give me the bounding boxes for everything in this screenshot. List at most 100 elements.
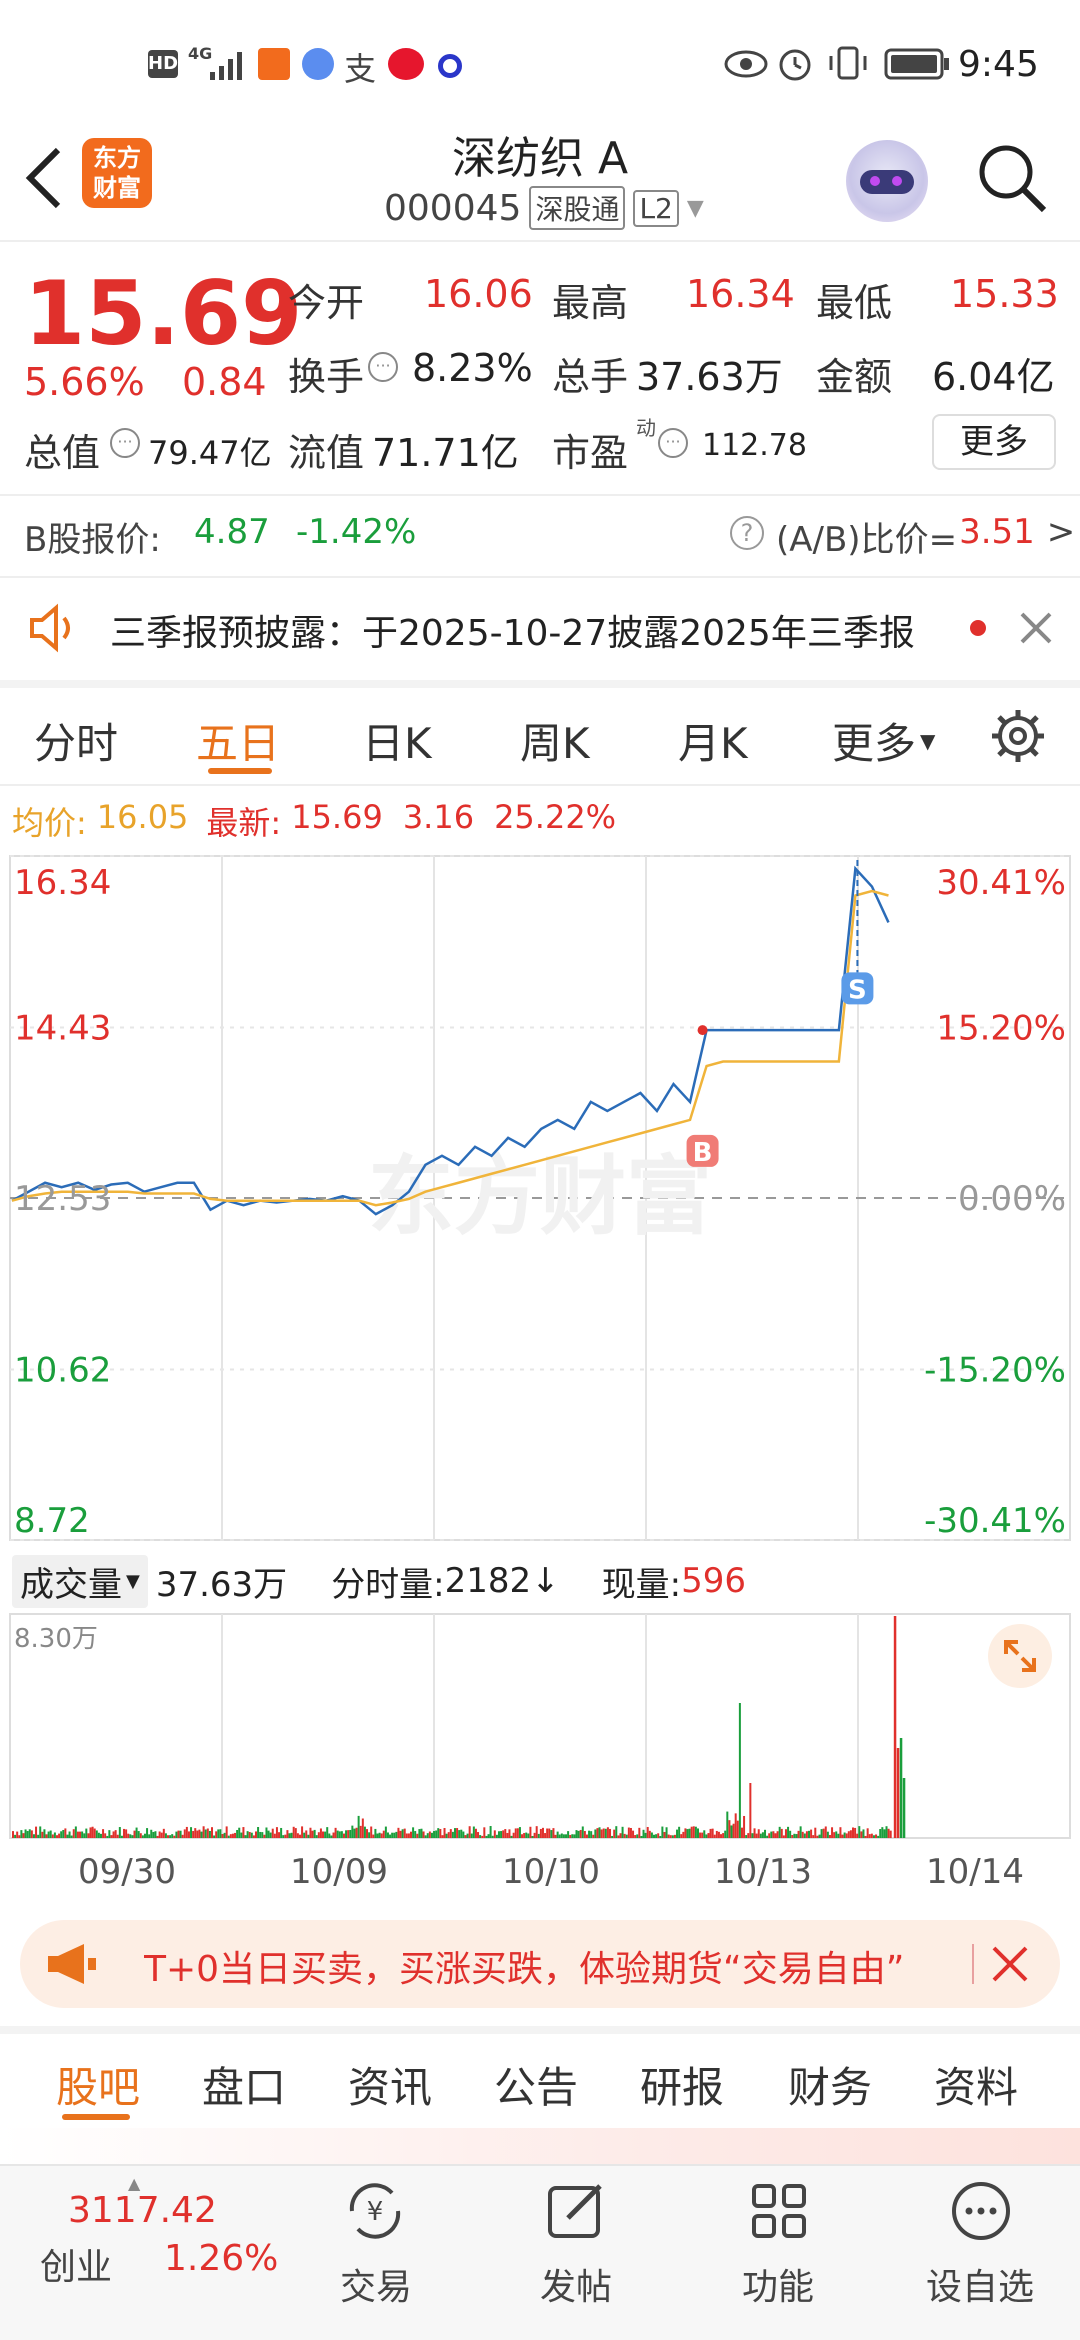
tab-monthly-k[interactable]: 月K (678, 710, 748, 771)
price-chart[interactable]: 东方财富 16.34 30.41% 14.43 15.20% 12.53 0.00% 10.6… (0, 848, 1080, 1548)
volume-bar (196, 1830, 199, 1838)
volume-bar (600, 1829, 603, 1838)
tab-more[interactable]: 更多 ▼ (832, 710, 935, 771)
volume-bar (696, 1828, 699, 1838)
caret-down-icon: ▼ (126, 1570, 140, 1592)
volume-bar (208, 1830, 211, 1838)
volume-bar (313, 1829, 316, 1838)
avg-label: 均价: (12, 804, 87, 842)
settings-icon[interactable] (990, 708, 1046, 764)
volume-bar (730, 1825, 733, 1838)
tab-daily-k[interactable]: 日K (362, 710, 432, 771)
volume-bar (384, 1826, 387, 1838)
volume-bar (298, 1834, 301, 1838)
volume-bar (418, 1829, 421, 1838)
volume-bar (732, 1823, 735, 1838)
music-icon (302, 48, 334, 80)
close-icon[interactable] (990, 1944, 1030, 1984)
volume-bar (45, 1834, 48, 1838)
promo-banner[interactable]: T+0当日买卖，买涨买跌，体验期货“交易自由” (20, 1920, 1060, 2008)
open-label: 今开 (288, 281, 365, 325)
volume-bar (305, 1830, 308, 1838)
volume-bar (141, 1835, 144, 1838)
volume-bar (118, 1827, 121, 1838)
tab-weekly-k[interactable]: 周K (520, 710, 590, 771)
clock: 9:45 (958, 44, 1039, 85)
volume-bar (221, 1833, 224, 1838)
volume-bar (192, 1831, 195, 1838)
nav-functions[interactable]: 功能 (742, 2258, 814, 2310)
volume-bar (902, 1778, 906, 1838)
tab-pankou[interactable]: 盘口 (202, 2054, 286, 2115)
trade-icon[interactable]: ¥ (342, 2178, 408, 2244)
volume-bar (575, 1830, 578, 1838)
volume-bar (389, 1834, 392, 1838)
volume-bar (286, 1830, 289, 1838)
volume-bar (353, 1828, 356, 1838)
volume-bar (680, 1834, 683, 1838)
tab-guba[interactable]: 股吧 (56, 2054, 140, 2115)
volume-bar (665, 1827, 668, 1838)
expand-icon[interactable] (988, 1624, 1052, 1688)
mktcap-value: 79.47亿 (148, 434, 272, 472)
volume-bar (673, 1834, 676, 1838)
volume-bar (887, 1828, 890, 1838)
tab-announcements[interactable]: 公告 (494, 2054, 578, 2115)
tab-profile[interactable]: 资料 (934, 2054, 1018, 2115)
volume-bar (632, 1830, 635, 1838)
functions-icon[interactable] (746, 2178, 812, 2244)
y-axis-label-left: 16.34 (14, 863, 111, 903)
index-value[interactable]: 3117.42 (68, 2190, 217, 2231)
help-icon[interactable]: ? (730, 516, 764, 550)
volume-bar (655, 1834, 658, 1838)
volume-bar (477, 1832, 480, 1838)
volume-bar (261, 1832, 264, 1838)
volume-bar (97, 1832, 100, 1838)
index-change-pct[interactable]: 1.26% (164, 2238, 278, 2279)
more-info-icon[interactable]: ··· (110, 428, 140, 458)
volume-bar (347, 1830, 350, 1838)
index-name[interactable]: 创业 (40, 2238, 112, 2290)
tab-finance[interactable]: 财务 (788, 2054, 872, 2115)
volume-bar (699, 1832, 702, 1838)
volume-chart[interactable] (0, 1610, 1080, 1846)
more-button[interactable]: 更多 (932, 414, 1056, 470)
ab-ratio[interactable]: (A/B)比价= 3.51 > (776, 512, 1075, 561)
volume-bar (606, 1827, 609, 1838)
more-info-icon[interactable]: ··· (658, 428, 688, 458)
search-icon[interactable] (976, 142, 1048, 214)
promo-text: T+0当日买卖，买涨买跌，体验期货“交易自由” (144, 1949, 905, 1990)
nav-post[interactable]: 发帖 (540, 2258, 612, 2310)
volume-bar (828, 1834, 831, 1838)
add-watchlist-icon[interactable] (948, 2178, 1014, 2244)
volume-bar (351, 1825, 354, 1838)
volume-bar (317, 1832, 320, 1838)
volume-bar (872, 1835, 875, 1838)
post-icon[interactable] (544, 2178, 610, 2244)
volume-bar (248, 1831, 251, 1838)
volume-bar (611, 1835, 614, 1838)
nav-trade[interactable]: 交易 (340, 2258, 412, 2310)
volume-bar (604, 1828, 607, 1838)
stock-code-row[interactable]: 000045 深股通 L2 ▼ (384, 186, 704, 230)
more-info-icon[interactable]: ··· (368, 352, 398, 382)
nav-add-watchlist[interactable]: 设自选 (926, 2258, 1034, 2310)
notice-text[interactable]: 三季报预披露：于2025-10-27披露2025年三季报 (110, 604, 915, 656)
volume-bar (292, 1826, 295, 1838)
volume-indicator-select[interactable]: 成交量 ▼ (12, 1554, 148, 1608)
volume-bar (588, 1830, 591, 1838)
volume-bar (552, 1828, 555, 1838)
tab-five-day[interactable]: 五日 (196, 710, 280, 771)
volume-bar (613, 1829, 616, 1838)
y-axis-label-left: 8.72 (14, 1501, 90, 1541)
volume-bar (707, 1833, 710, 1838)
volume-bar (223, 1832, 226, 1838)
volume-bar (322, 1831, 325, 1838)
tab-intraday[interactable]: 分时 (34, 710, 118, 771)
volume-bar (740, 1827, 743, 1838)
robot-assistant-icon[interactable] (846, 140, 928, 222)
volume-bar (625, 1834, 628, 1838)
close-icon[interactable] (1016, 608, 1056, 648)
tab-research[interactable]: 研报 (640, 2054, 724, 2115)
tab-news[interactable]: 资讯 (348, 2054, 432, 2115)
